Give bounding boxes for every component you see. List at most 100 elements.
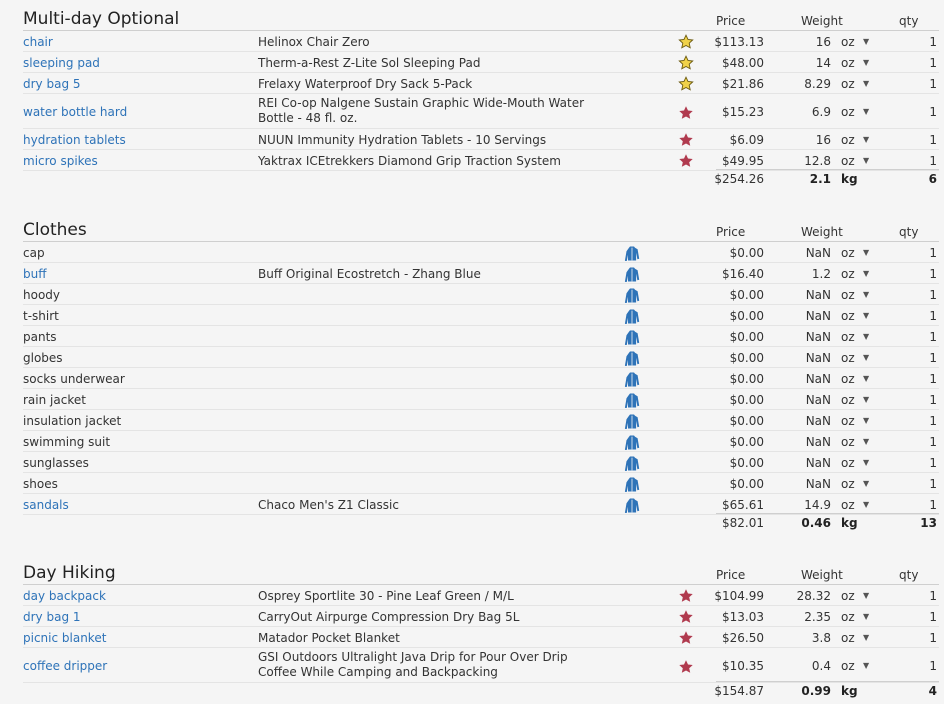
item-name-link[interactable]: hydration tablets [23, 133, 126, 147]
caret-down-icon[interactable]: ▼ [863, 288, 869, 302]
shirt-icon[interactable] [624, 434, 640, 451]
item-qty[interactable]: 1 [929, 631, 937, 645]
item-price[interactable]: $21.86 [722, 77, 764, 91]
item-qty[interactable]: 1 [929, 477, 937, 491]
item-weight[interactable]: NaN [806, 393, 831, 407]
item-name[interactable]: sunglasses [23, 456, 89, 470]
item-qty[interactable]: 1 [929, 246, 937, 260]
caret-down-icon[interactable]: ▼ [863, 456, 869, 470]
shirt-icon[interactable] [624, 350, 640, 367]
item-description[interactable]: CarryOut Airpurge Compression Dry Bag 5L [258, 610, 519, 624]
weight-unit-select[interactable]: oz [841, 133, 855, 147]
category-title[interactable]: Multi-day Optional [23, 8, 179, 30]
item-price[interactable]: $10.35 [722, 659, 764, 673]
item-name-link[interactable]: sleeping pad [23, 56, 100, 70]
shirt-icon[interactable] [624, 497, 640, 514]
item-name[interactable]: cap [23, 246, 45, 260]
item-price[interactable]: $0.00 [730, 309, 764, 323]
item-name-link[interactable]: dry bag 1 [23, 610, 81, 624]
shirt-icon[interactable] [624, 308, 640, 325]
item-weight[interactable]: 14.9 [804, 498, 831, 512]
item-weight[interactable]: 0.4 [812, 659, 831, 673]
item-qty[interactable]: 1 [929, 133, 937, 147]
item-name[interactable]: insulation jacket [23, 414, 121, 428]
item-qty[interactable]: 1 [929, 309, 937, 323]
item-price[interactable]: $104.99 [714, 589, 764, 603]
item-description[interactable]: REI Co-op Nalgene Sustain Graphic Wide-M… [258, 96, 608, 126]
caret-down-icon[interactable]: ▼ [863, 589, 869, 603]
gold-star-icon[interactable] [678, 34, 694, 50]
item-price[interactable]: $0.00 [730, 372, 764, 386]
shirt-icon[interactable] [624, 266, 640, 283]
item-description[interactable]: Therm-a-Rest Z-Lite Sol Sleeping Pad [258, 56, 480, 70]
item-name[interactable]: shoes [23, 477, 58, 491]
weight-unit-select[interactable]: oz [841, 393, 855, 407]
weight-unit-select[interactable]: oz [841, 610, 855, 624]
caret-down-icon[interactable]: ▼ [863, 35, 869, 49]
item-price[interactable]: $6.09 [730, 133, 764, 147]
weight-unit-select[interactable]: oz [841, 435, 855, 449]
item-weight[interactable]: 16 [816, 35, 831, 49]
item-qty[interactable]: 1 [929, 589, 937, 603]
item-weight[interactable]: NaN [806, 309, 831, 323]
item-name-link[interactable]: sandals [23, 498, 69, 512]
weight-unit-select[interactable]: oz [841, 154, 855, 168]
weight-unit-select[interactable]: oz [841, 246, 855, 260]
shirt-icon[interactable] [624, 287, 640, 304]
item-name[interactable]: pants [23, 330, 57, 344]
item-description[interactable]: Buff Original Ecostretch - Zhang Blue [258, 267, 481, 281]
item-qty[interactable]: 1 [929, 498, 937, 512]
item-weight[interactable]: 3.8 [812, 631, 831, 645]
item-weight[interactable]: NaN [806, 477, 831, 491]
item-qty[interactable]: 1 [929, 435, 937, 449]
item-description[interactable]: GSI Outdoors Ultralight Java Drip for Po… [258, 650, 608, 680]
item-name-link[interactable]: micro spikes [23, 154, 98, 168]
item-qty[interactable]: 1 [929, 330, 937, 344]
caret-down-icon[interactable]: ▼ [863, 351, 869, 365]
item-weight[interactable]: 28.32 [797, 589, 831, 603]
item-qty[interactable]: 1 [929, 456, 937, 470]
weight-unit-select[interactable]: oz [841, 56, 855, 70]
item-name-link[interactable]: dry bag 5 [23, 77, 81, 91]
item-weight[interactable]: 12.8 [804, 154, 831, 168]
item-weight[interactable]: NaN [806, 372, 831, 386]
item-price[interactable]: $65.61 [722, 498, 764, 512]
item-name[interactable]: hoody [23, 288, 60, 302]
caret-down-icon[interactable]: ▼ [863, 498, 869, 512]
item-qty[interactable]: 1 [929, 77, 937, 91]
gold-star-icon[interactable] [678, 76, 694, 92]
weight-unit-select[interactable]: oz [841, 330, 855, 344]
item-weight[interactable]: NaN [806, 330, 831, 344]
weight-unit-select[interactable]: oz [841, 589, 855, 603]
gold-star-icon[interactable] [678, 55, 694, 71]
caret-down-icon[interactable]: ▼ [863, 659, 869, 673]
item-name[interactable]: globes [23, 351, 63, 365]
item-qty[interactable]: 1 [929, 393, 937, 407]
red-star-icon[interactable] [678, 630, 694, 646]
caret-down-icon[interactable]: ▼ [863, 330, 869, 344]
weight-unit-select[interactable]: oz [841, 77, 855, 91]
red-star-icon[interactable] [678, 609, 694, 625]
caret-down-icon[interactable]: ▼ [863, 631, 869, 645]
item-weight[interactable]: NaN [806, 435, 831, 449]
caret-down-icon[interactable]: ▼ [863, 309, 869, 323]
item-description[interactable]: Yaktrax ICEtrekkers Diamond Grip Tractio… [258, 154, 561, 168]
caret-down-icon[interactable]: ▼ [863, 393, 869, 407]
caret-down-icon[interactable]: ▼ [863, 372, 869, 386]
red-star-icon[interactable] [678, 132, 694, 148]
item-weight[interactable]: 14 [816, 56, 831, 70]
shirt-icon[interactable] [624, 392, 640, 409]
category-title[interactable]: Day Hiking [23, 562, 116, 584]
item-name[interactable]: rain jacket [23, 393, 86, 407]
weight-unit-select[interactable]: oz [841, 456, 855, 470]
item-description[interactable]: Osprey Sportlite 30 - Pine Leaf Green / … [258, 589, 514, 603]
item-price[interactable]: $15.23 [722, 105, 764, 119]
item-weight[interactable]: 2.35 [804, 610, 831, 624]
item-price[interactable]: $13.03 [722, 610, 764, 624]
weight-unit-select[interactable]: oz [841, 35, 855, 49]
item-name[interactable]: swimming suit [23, 435, 110, 449]
item-price[interactable]: $48.00 [722, 56, 764, 70]
item-weight[interactable]: 8.29 [804, 77, 831, 91]
caret-down-icon[interactable]: ▼ [863, 414, 869, 428]
item-weight[interactable]: NaN [806, 246, 831, 260]
